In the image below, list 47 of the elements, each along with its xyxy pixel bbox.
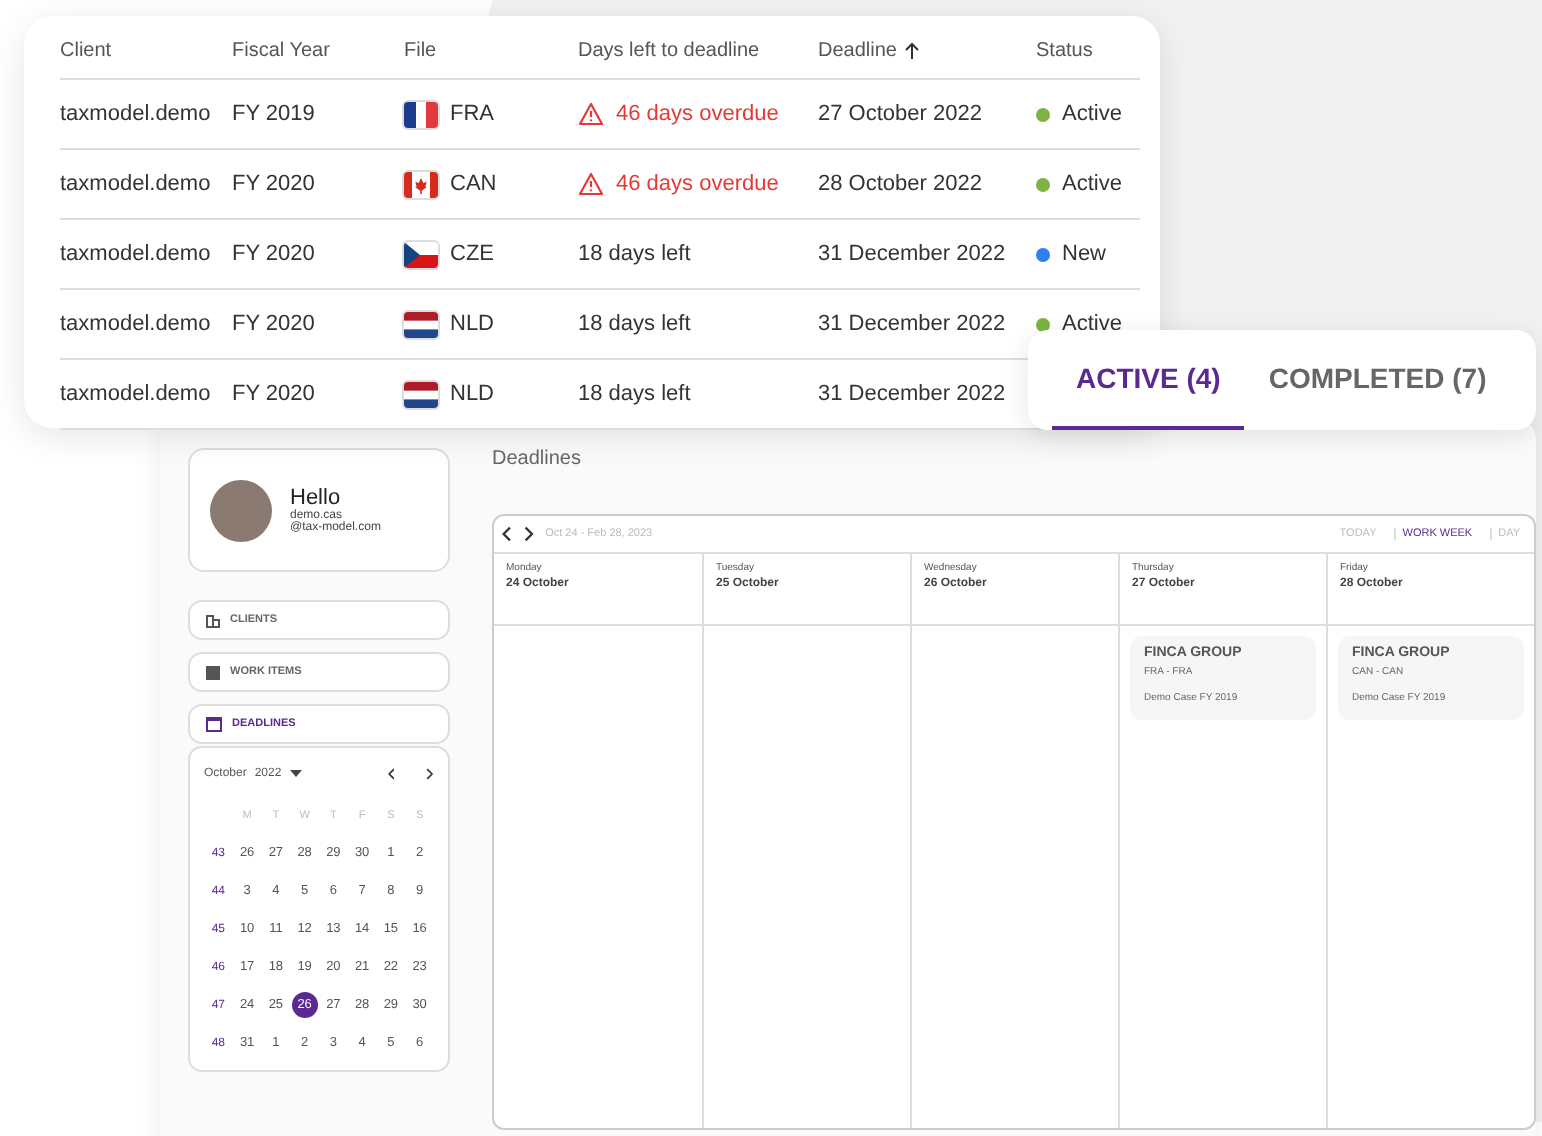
days-left-text: 18 days left bbox=[578, 312, 691, 336]
square-icon bbox=[206, 665, 220, 679]
previous-icon[interactable] bbox=[502, 526, 512, 542]
column-header[interactable]: Client bbox=[60, 24, 232, 80]
status-text: New bbox=[1062, 242, 1107, 266]
column-header[interactable]: Fiscal Year bbox=[232, 24, 404, 80]
table-cell: 28 October 2022 bbox=[818, 150, 1036, 220]
avatar-placeholder bbox=[210, 479, 272, 541]
warning-icon bbox=[578, 102, 604, 126]
calendar-icon bbox=[206, 716, 222, 732]
greeting: Hello bbox=[290, 486, 341, 510]
file-code: NLD bbox=[450, 312, 495, 336]
tab[interactable]: COMPLETED (7) bbox=[1244, 330, 1511, 430]
days-left-text: 18 days left bbox=[578, 242, 691, 266]
status-text: Active bbox=[1062, 172, 1122, 196]
days-left-text: 46 days overdue bbox=[616, 102, 779, 126]
days-left-text: 18 days left bbox=[578, 382, 691, 406]
status-text: Active bbox=[1062, 312, 1122, 336]
table-cell: taxmodel.demo bbox=[60, 290, 232, 360]
table-cell: 27 October 2022 bbox=[818, 80, 1036, 150]
file-code: CAN bbox=[450, 172, 497, 196]
status-text: Active bbox=[1062, 102, 1122, 126]
next-month-icon[interactable] bbox=[426, 768, 434, 780]
flag-icon bbox=[404, 311, 438, 337]
next-icon[interactable] bbox=[523, 526, 534, 542]
column-header[interactable]: Deadline bbox=[818, 24, 1036, 80]
column-header[interactable]: Days left to deadline bbox=[578, 24, 818, 80]
table-cell: taxmodel.demo bbox=[60, 220, 232, 290]
file-code: CZE bbox=[450, 242, 494, 266]
building-icon bbox=[206, 613, 220, 627]
flag-icon bbox=[404, 171, 438, 197]
dropdown-caret-icon[interactable] bbox=[289, 770, 302, 778]
table-cell: 31 December 2022 bbox=[818, 220, 1036, 290]
flag-icon bbox=[404, 381, 438, 407]
table-cell: taxmodel.demo bbox=[60, 80, 232, 150]
column-header[interactable]: File bbox=[404, 24, 578, 80]
days-left-text: 46 days overdue bbox=[616, 172, 779, 196]
previous-month-icon[interactable] bbox=[387, 768, 395, 780]
flag-icon bbox=[404, 241, 438, 267]
file-code: NLD bbox=[450, 382, 495, 406]
flag-icon bbox=[404, 101, 438, 127]
column-header[interactable]: Status bbox=[1036, 24, 1140, 80]
file-code: FRA bbox=[450, 102, 494, 126]
warning-icon bbox=[578, 172, 604, 196]
arrow-up-icon bbox=[904, 42, 921, 60]
table-cell: taxmodel.demo bbox=[60, 150, 232, 220]
page-title: Deadlines bbox=[492, 448, 583, 474]
